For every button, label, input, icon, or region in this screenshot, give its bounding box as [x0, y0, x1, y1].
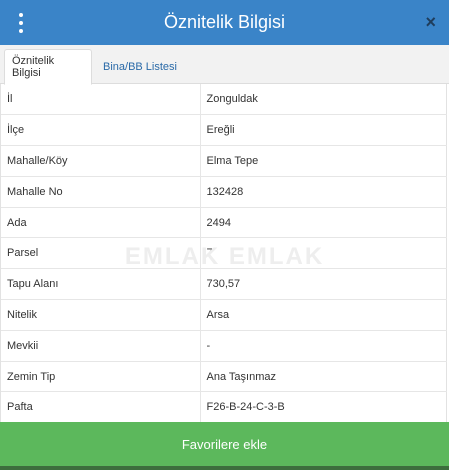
row-key: Pafta: [1, 391, 201, 424]
table-row: Parsel 7: [1, 237, 447, 270]
row-key: Mevkii: [1, 330, 201, 362]
row-value: 132428: [200, 176, 447, 208]
row-key: Ada: [1, 207, 201, 239]
row-value: -: [200, 330, 447, 362]
menu-dot: [19, 29, 23, 33]
row-value: Ana Taşınmaz: [200, 361, 447, 393]
row-value: Zonguldak: [200, 84, 447, 116]
row-value: Ereğli: [200, 114, 447, 147]
row-key: Tapu Alanı: [1, 268, 201, 301]
table-row: Ada 2494: [1, 207, 447, 239]
dialog-header: Öznitelik Bilgisi ×: [0, 0, 449, 45]
row-value: 730,57: [200, 268, 447, 301]
row-key: Mahalle No: [1, 176, 201, 208]
row-value: Elma Tepe: [200, 145, 447, 177]
menu-dot: [19, 13, 23, 17]
menu-dot: [19, 21, 23, 25]
table-row: Zemin Tip Ana Taşınmaz: [1, 361, 447, 393]
row-value: 2494: [200, 207, 447, 239]
row-key: İlçe: [1, 114, 201, 147]
attribute-table-container: İl Zonguldak İlçe Ereğli Mahalle/Köy Elma T…: [0, 84, 447, 424]
table-row: Tapu Alanı 730,57: [1, 268, 447, 301]
table-row: Nitelik Arsa: [1, 299, 447, 331]
table-row: Mahalle No 132428: [1, 176, 447, 208]
row-key: Nitelik: [1, 299, 201, 331]
row-key: Parsel: [1, 237, 201, 270]
tab-bar: Öznitelik Bilgisi Bina/BB Listesi: [0, 45, 449, 85]
add-to-favorites-button[interactable]: Favorilere ekle: [0, 422, 449, 466]
row-value: 7: [200, 237, 447, 270]
table-row: İlçe Ereğli: [1, 114, 447, 147]
bottom-strip: [0, 466, 449, 470]
table-row: Mevkii -: [1, 330, 447, 362]
row-key: Mahalle/Köy: [1, 145, 201, 177]
tab-oznitelik-bilgisi[interactable]: Öznitelik Bilgisi: [4, 49, 92, 85]
row-value: Arsa: [200, 299, 447, 331]
close-icon[interactable]: ×: [425, 11, 436, 33]
table-row: Pafta F26-B-24-C-3-B: [1, 391, 447, 424]
row-key: Zemin Tip: [1, 361, 201, 393]
tab-bina-bb-listesi[interactable]: Bina/BB Listesi: [96, 49, 184, 84]
dialog-title: Öznitelik Bilgisi: [163, 12, 286, 32]
row-key: İl: [1, 84, 201, 116]
table-row: Mahalle/Köy Elma Tepe: [1, 145, 447, 177]
attribute-table: İl Zonguldak İlçe Ereğli Mahalle/Köy Elma T…: [1, 84, 447, 424]
row-value: F26-B-24-C-3-B: [200, 391, 447, 424]
table-row: İl Zonguldak: [1, 84, 447, 116]
vertical-dots-icon[interactable]: [15, 13, 27, 33]
